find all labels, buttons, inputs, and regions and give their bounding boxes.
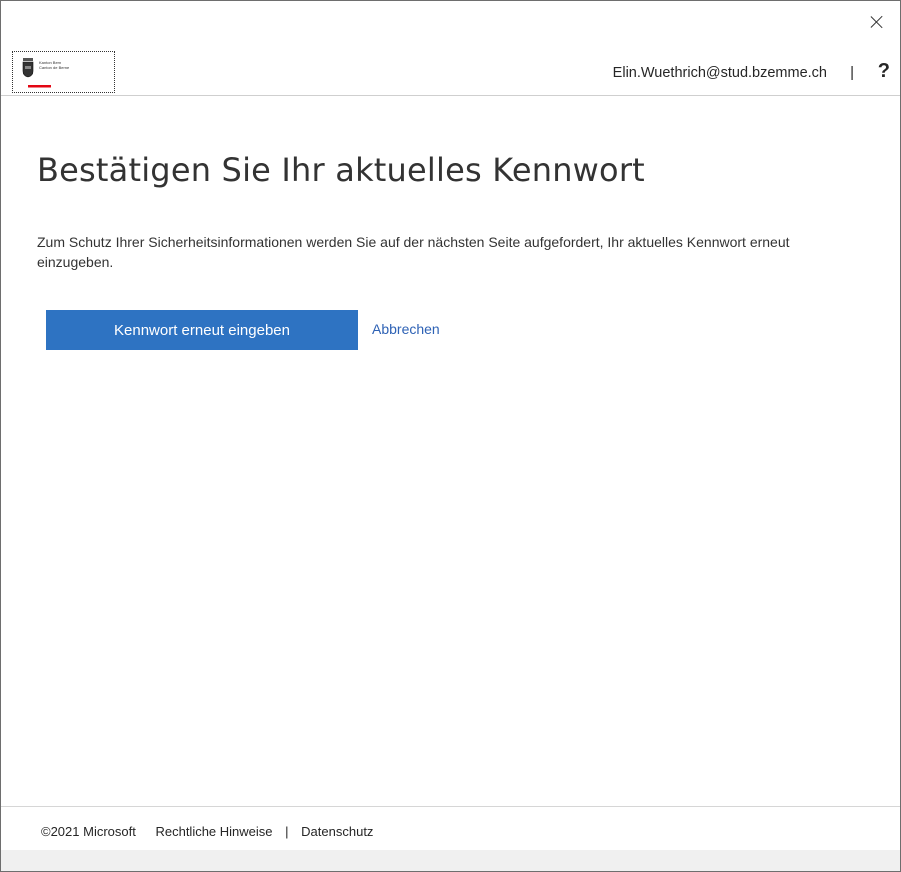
description-text: Zum Schutz Ihrer Sicherheitsinformatione… — [37, 234, 790, 270]
canton-bern-logo: Kanton Bern Canton de Berne — [22, 58, 70, 88]
footer-separator: | — [285, 824, 289, 839]
dialog-window: Kanton Bern Canton de Berne Elin.Wuethri… — [0, 0, 901, 872]
header-separator: | — [850, 64, 854, 81]
copyright-text: ©2021 Microsoft — [41, 824, 136, 839]
organization-logo: Kanton Bern Canton de Berne — [12, 51, 115, 93]
svg-text:Canton de Berne: Canton de Berne — [39, 65, 70, 70]
page-title: Bestätigen Sie Ihr aktuelles Kennwort — [37, 151, 645, 189]
user-email: Elin.Wuethrich@stud.bzemme.ch — [612, 65, 827, 81]
reenter-password-button[interactable]: Kennwort erneut eingeben — [46, 310, 358, 350]
close-icon[interactable] — [864, 9, 890, 35]
legal-notice-link[interactable]: Rechtliche Hinweise — [155, 824, 272, 839]
cancel-link[interactable]: Abbrechen — [372, 321, 440, 337]
help-icon[interactable]: ? — [878, 60, 890, 83]
bottom-strip — [1, 850, 900, 871]
privacy-link[interactable]: Datenschutz — [301, 824, 373, 839]
header-bar: Kanton Bern Canton de Berne Elin.Wuethri… — [1, 49, 900, 96]
footer: ©2021 Microsoft Rechtliche Hinweise | Da… — [1, 806, 900, 851]
